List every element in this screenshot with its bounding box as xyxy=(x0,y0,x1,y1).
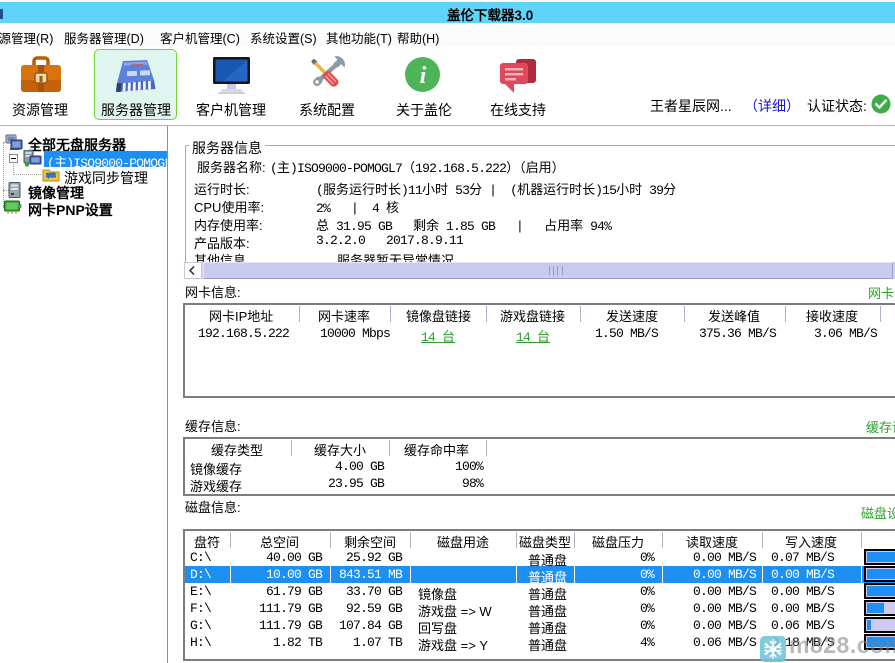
svg-text:i: i xyxy=(420,63,427,89)
